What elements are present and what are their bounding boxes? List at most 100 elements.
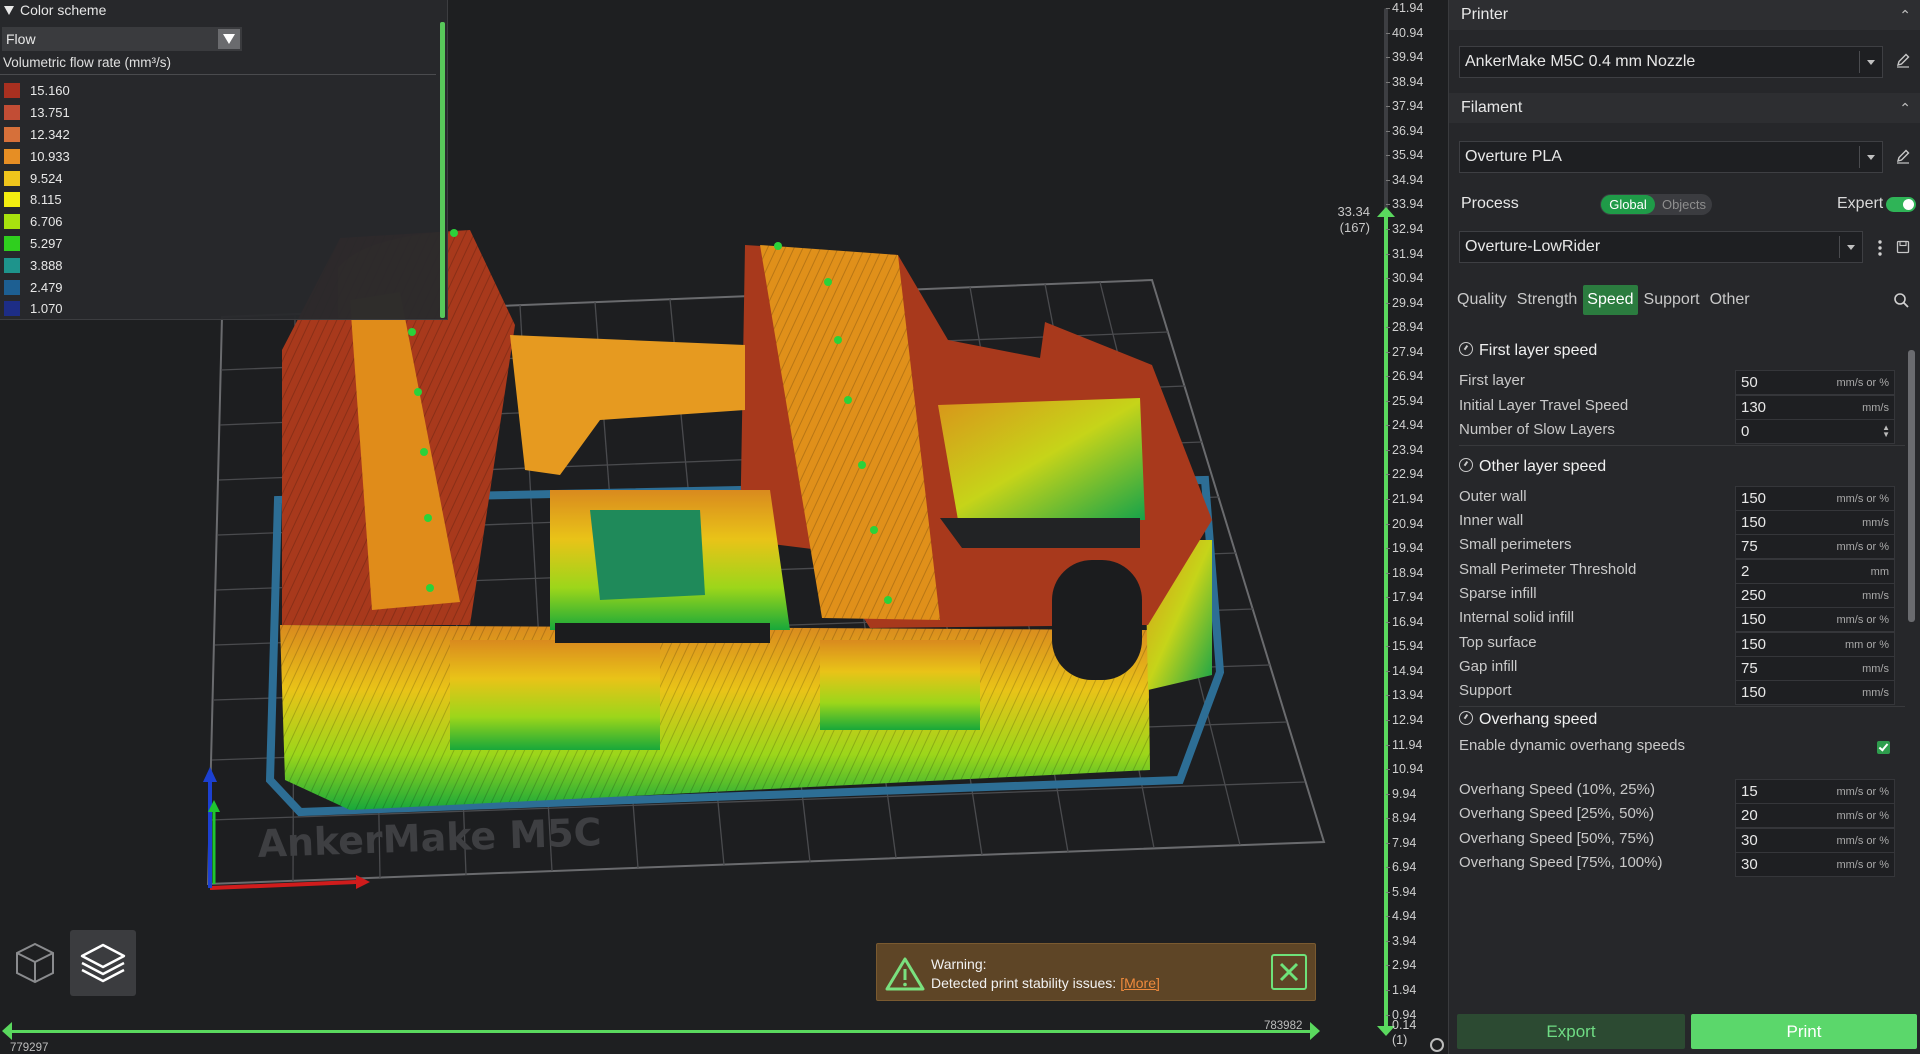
color-scheme-select[interactable]: Flow: [2, 27, 242, 51]
tab-strength[interactable]: Strength: [1513, 285, 1581, 315]
layer-bottom-height: 0.14: [1392, 1018, 1417, 1032]
printer-select[interactable]: AnkerMake M5C 0.4 mm Nozzle: [1459, 46, 1883, 78]
layers-icon: [80, 943, 126, 983]
print-button[interactable]: Print: [1691, 1014, 1917, 1049]
filament-section-header[interactable]: Filament ⌃: [1449, 93, 1920, 123]
setting-input[interactable]: 30 mm/s or %: [1735, 828, 1895, 853]
expert-mode-toggle[interactable]: [1886, 197, 1916, 212]
layer-current-height: 33.34: [1337, 204, 1370, 219]
layer-tick-label: 41.94: [1385, 1, 1424, 15]
settings-scrollbar[interactable]: [1908, 330, 1916, 970]
setting-input[interactable]: 150 mm or %: [1735, 632, 1895, 657]
legend-value: 15.160: [30, 83, 70, 99]
legend-list: 15.160 13.751 12.342 10.933 9.524 8.115 6.706 5…: [4, 80, 70, 320]
layer-tick-label: 22.94: [1385, 467, 1424, 482]
combo-separator: [1839, 236, 1840, 258]
setting-unit: mm/s: [1862, 687, 1889, 699]
warning-close-button[interactable]: [1271, 954, 1307, 990]
process-section-header: Process Global Objects Expert: [1449, 189, 1920, 219]
setting-input[interactable]: 130 mm/s: [1735, 395, 1895, 420]
filament-select[interactable]: Overture PLA: [1459, 141, 1883, 173]
tab-quality[interactable]: Quality: [1453, 285, 1511, 315]
layer-tick-label: 28.94: [1385, 320, 1424, 335]
more-options-icon[interactable]: [1875, 238, 1885, 258]
legend-value: 12.342: [30, 126, 70, 142]
process-preset-value: Overture-LowRider: [1465, 238, 1601, 255]
setting-input[interactable]: 30 mm/s or %: [1735, 852, 1895, 877]
setting-unit: mm/s or %: [1836, 810, 1889, 822]
scope-global-option[interactable]: Global: [1601, 195, 1655, 214]
speedometer-icon: [1459, 342, 1473, 356]
layer-tick-label: 37.94: [1385, 99, 1424, 114]
legend-value: 1.070: [30, 301, 63, 317]
setting-row: Outer wall 150 mm/s or %: [1449, 485, 1905, 511]
setting-row: Small perimeters 75 mm/s or %: [1449, 533, 1905, 559]
setting-row: Number of Slow Layers 0 ▲ ▼: [1449, 418, 1905, 444]
setting-label: Top surface: [1459, 634, 1537, 651]
save-preset-icon[interactable]: [1896, 240, 1910, 254]
layer-tick-label: 6.94: [1385, 860, 1417, 875]
setting-input[interactable]: 150 mm/s or %: [1735, 486, 1895, 511]
move-slider-right-thumb[interactable]: [1310, 1022, 1320, 1040]
setting-input[interactable]: 20 mm/s or %: [1735, 803, 1895, 828]
chevron-down-icon[interactable]: [1867, 60, 1875, 65]
warning-more-link[interactable]: [More]: [1120, 975, 1160, 991]
setting-input[interactable]: 2 mm: [1735, 559, 1895, 584]
layer-tick-label: 36.94: [1385, 123, 1424, 138]
color-scheme-header[interactable]: Color scheme: [0, 0, 447, 20]
gcode-move-slider[interactable]: 779297 783982: [0, 1020, 1320, 1054]
layer-tick-label: 33.94: [1385, 197, 1424, 212]
process-scope-toggle[interactable]: Global Objects: [1600, 194, 1712, 215]
collapse-triangle-icon[interactable]: [4, 6, 14, 15]
setting-input[interactable]: 150 mm/s or %: [1735, 607, 1895, 632]
stepper-arrows-icon[interactable]: ▲ ▼: [1882, 424, 1890, 439]
combo-separator: [1859, 51, 1860, 73]
move-slider-left-thumb[interactable]: [2, 1022, 12, 1040]
tab-speed[interactable]: Speed: [1583, 285, 1638, 315]
setting-input[interactable]: 0 ▲ ▼: [1735, 419, 1895, 444]
setting-row: Overhang Speed [25%, 50%) 20 mm/s or %: [1449, 802, 1905, 828]
setting-input[interactable]: 15 mm/s or %: [1735, 779, 1895, 804]
layer-tick-label: 29.94: [1385, 295, 1424, 310]
slider-settings-gear-icon[interactable]: [1430, 1038, 1444, 1052]
setting-input[interactable]: 50 mm/s or %: [1735, 370, 1895, 395]
dropdown-arrow-icon[interactable]: [218, 29, 240, 49]
tab-support[interactable]: Support: [1640, 285, 1704, 315]
setting-input[interactable]: 150 mm/s: [1735, 680, 1895, 705]
edit-filament-icon[interactable]: [1895, 148, 1911, 164]
scope-objects-option[interactable]: Objects: [1658, 195, 1710, 214]
collapse-chevron-icon[interactable]: ⌃: [1899, 0, 1911, 30]
chevron-down-icon[interactable]: [1867, 155, 1875, 160]
settings-scroll-thumb[interactable]: [1908, 350, 1915, 622]
printer-section-header[interactable]: Printer ⌃: [1449, 0, 1920, 30]
move-slider-track[interactable]: [10, 1030, 1314, 1033]
collapse-chevron-icon[interactable]: ⌃: [1899, 93, 1911, 123]
view-3d-button[interactable]: [2, 930, 68, 996]
setting-value: 150: [1741, 684, 1767, 701]
edit-printer-icon[interactable]: [1895, 52, 1911, 68]
setting-input[interactable]: 75 mm/s: [1735, 656, 1895, 681]
3d-viewport[interactable]: AnkerMake M5C Color scheme Flow Volumetr…: [0, 0, 1448, 1054]
layer-tick-label: 40.94: [1385, 25, 1424, 40]
setting-value: 30: [1741, 856, 1758, 873]
search-icon[interactable]: [1893, 292, 1909, 308]
layer-tick-label: 20.94: [1385, 516, 1424, 531]
legend-scroll-bar[interactable]: [440, 22, 445, 318]
dynamic-overhang-checkbox[interactable]: [1877, 741, 1890, 754]
layer-tick-label: 32.94: [1385, 221, 1424, 236]
setting-input[interactable]: 75 mm/s or %: [1735, 534, 1895, 559]
process-tabs: Quality Strength Speed Support Other: [1453, 285, 1756, 315]
setting-unit: mm: [1870, 566, 1889, 578]
export-button[interactable]: Export: [1457, 1014, 1685, 1049]
tab-other[interactable]: Other: [1706, 285, 1754, 315]
setting-row: Overhang Speed [75%, 100%) 30 mm/s or %: [1449, 851, 1905, 877]
chevron-down-icon[interactable]: [1847, 245, 1855, 250]
view-preview-button[interactable]: [70, 930, 136, 996]
process-preset-select[interactable]: Overture-LowRider: [1459, 231, 1863, 263]
layer-slider[interactable]: 33.34 (167) 41.94 40.94 39.94 38.94 37.94 36.…: [1330, 0, 1448, 1054]
setting-input[interactable]: 150 mm/s: [1735, 510, 1895, 535]
setting-input[interactable]: 250 mm/s: [1735, 583, 1895, 608]
legend-swatch: [4, 301, 20, 317]
layer-tick-label: 19.94: [1385, 541, 1424, 556]
setting-unit: mm/s: [1862, 517, 1889, 529]
